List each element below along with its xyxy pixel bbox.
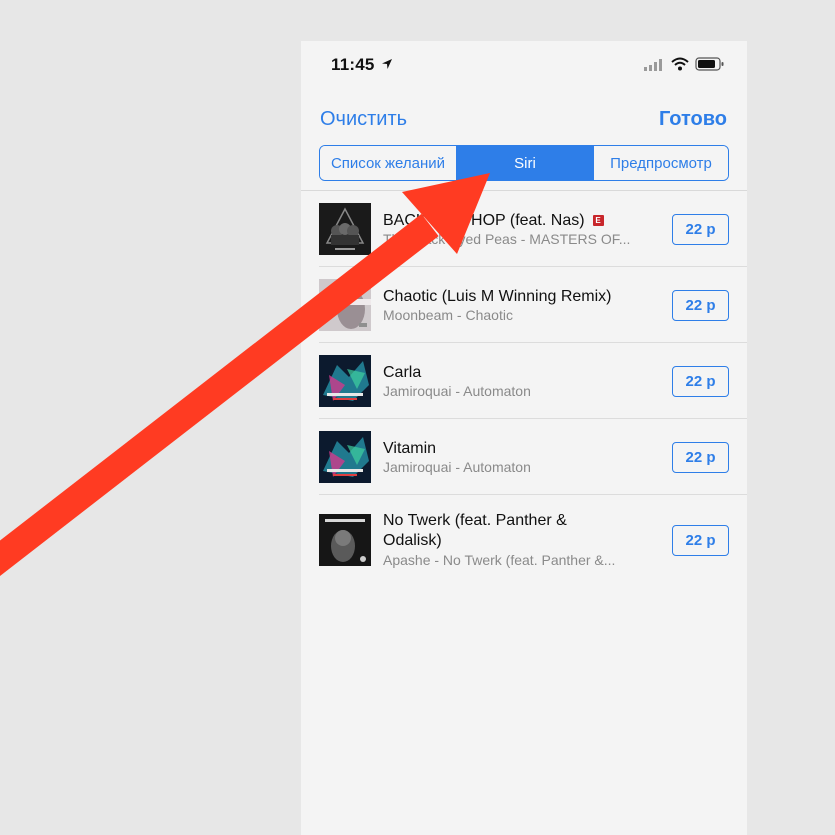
track-title: Carla	[383, 364, 422, 381]
track-title: Chaotic (Luis M Winning Remix)	[383, 288, 612, 305]
track-subtitle: Jamiroquai - Automaton	[383, 459, 531, 475]
album-art-automaton	[319, 431, 371, 483]
explicit-badge: E	[592, 215, 604, 226]
album-art-no-twerk	[319, 514, 371, 566]
track-title: BACK 2 HIPHOP (feat. Nas) E	[383, 211, 643, 230]
status-bar: 11:45	[301, 41, 747, 89]
screenshot-stage: 11:45 Очистить Готово Список желаний Sir…	[0, 0, 835, 835]
price-button[interactable]: 22 р	[672, 290, 729, 321]
track-title: Vitamin	[383, 440, 437, 457]
price-button[interactable]: 22 р	[672, 442, 729, 473]
album-art-masters	[319, 203, 371, 255]
wifi-icon	[671, 57, 689, 71]
track-row[interactable]: Vitamin Jamiroquai - Automaton 22 р	[301, 419, 747, 495]
track-list: BACK 2 HIPHOP (feat. Nas) E The Black Eye…	[301, 191, 747, 575]
price-button[interactable]: 22 р	[672, 214, 729, 245]
battery-icon	[695, 57, 724, 71]
location-arrow-icon	[382, 59, 392, 69]
cellular-signal-icon	[644, 59, 662, 71]
done-button[interactable]: Готово	[659, 108, 727, 131]
segmented-control: Список желаний Siri Предпросмотр	[319, 145, 729, 181]
price-button[interactable]: 22 р	[672, 366, 729, 397]
album-art-automaton	[319, 355, 371, 407]
track-subtitle: Apashe - No Twerk (feat. Panther &...	[383, 552, 616, 568]
clear-button[interactable]: Очистить	[320, 108, 407, 131]
status-time: 11:45	[331, 55, 375, 74]
tab-wishlist[interactable]: Список желаний	[320, 146, 456, 180]
price-button[interactable]: 22 р	[672, 525, 729, 556]
track-row[interactable]: No Twerk (feat. Panther & Odalisk) Apash…	[301, 495, 747, 575]
track-title: No Twerk (feat. Panther & Odalisk)	[383, 512, 567, 549]
track-subtitle: The Black Eyed Peas - MASTERS OF...	[383, 231, 631, 247]
tab-preview[interactable]: Предпросмотр	[593, 146, 728, 180]
track-subtitle: Jamiroquai - Automaton	[383, 383, 531, 399]
tab-siri[interactable]: Siri	[456, 146, 593, 180]
phone-screen: 11:45 Очистить Готово Список желаний Sir…	[301, 41, 747, 835]
album-art-moonbeam	[319, 279, 371, 331]
track-subtitle: Moonbeam - Chaotic	[383, 307, 513, 323]
track-row[interactable]: Carla Jamiroquai - Automaton 22 р	[301, 343, 747, 419]
track-title-text: BACK 2 HIPHOP (feat. Nas)	[383, 212, 585, 229]
track-row[interactable]: Chaotic (Luis M Winning Remix) Moonbeam …	[301, 267, 747, 343]
track-row[interactable]: BACK 2 HIPHOP (feat. Nas) E The Black Eye…	[301, 191, 747, 267]
